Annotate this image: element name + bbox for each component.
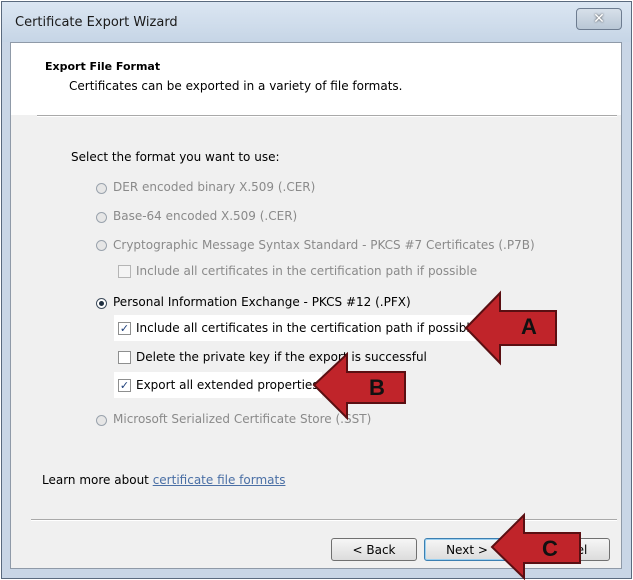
callout-a-label: A (521, 314, 537, 339)
radio-pkcs7[interactable] (96, 240, 107, 251)
wizard-client-area: Export File Format Certificates can be e… (10, 42, 622, 569)
close-icon: ✕ (593, 11, 605, 27)
radio-der[interactable] (96, 183, 107, 194)
learn-more-text: Learn more about certificate file format… (42, 473, 285, 487)
wizard-header: Export File Format Certificates can be e… (11, 43, 621, 115)
window-title: Certificate Export Wizard (15, 15, 178, 30)
radio-base64[interactable] (96, 212, 107, 223)
option-pkcs7-label: Cryptographic Message Syntax Standard - … (113, 238, 535, 252)
certificate-export-wizard-window: Certificate Export Wizard ✕ Export File … (1, 1, 632, 579)
footer-divider (31, 519, 617, 521)
pkcs7-include-label: Include all certificates in the certific… (136, 264, 478, 278)
title-bar[interactable]: Certificate Export Wizard ✕ (2, 2, 631, 42)
callout-c-label: C (542, 536, 558, 561)
certificate-formats-link[interactable]: certificate file formats (153, 473, 286, 487)
pfx-extended-label: Export all extended properties (136, 378, 319, 392)
checkbox-pfx-delete-key[interactable] (118, 351, 131, 364)
option-sst-label: Microsoft Serialized Certificate Store (… (113, 412, 372, 426)
checkbox-pfx-include[interactable]: ✓ (118, 322, 131, 335)
option-der-label: DER encoded binary X.509 (.CER) (113, 180, 316, 194)
radio-pfx[interactable] (96, 298, 107, 309)
format-prompt: Select the format you want to use: (71, 150, 280, 164)
page-title: Export File Format (45, 60, 161, 73)
radio-sst[interactable] (96, 415, 107, 426)
next-button[interactable]: Next > (424, 538, 510, 561)
back-button[interactable]: < Back (331, 538, 417, 561)
pfx-include-label: Include all certificates in the certific… (136, 321, 478, 335)
option-pfx-label: Personal Information Exchange - PKCS #12… (113, 295, 411, 309)
cancel-button[interactable]: Cancel (524, 538, 610, 561)
checkbox-pfx-extended[interactable]: ✓ (118, 379, 131, 392)
learn-more-prefix: Learn more about (42, 473, 153, 487)
option-base64-label: Base-64 encoded X.509 (.CER) (113, 209, 298, 223)
page-subtitle: Certificates can be exported in a variet… (69, 79, 403, 93)
callout-b-label: B (369, 375, 385, 400)
checkbox-pkcs7-include[interactable] (118, 265, 131, 278)
pfx-delete-label: Delete the private key if the export is … (136, 350, 427, 364)
close-button[interactable]: ✕ (576, 8, 622, 30)
header-divider (37, 115, 617, 117)
